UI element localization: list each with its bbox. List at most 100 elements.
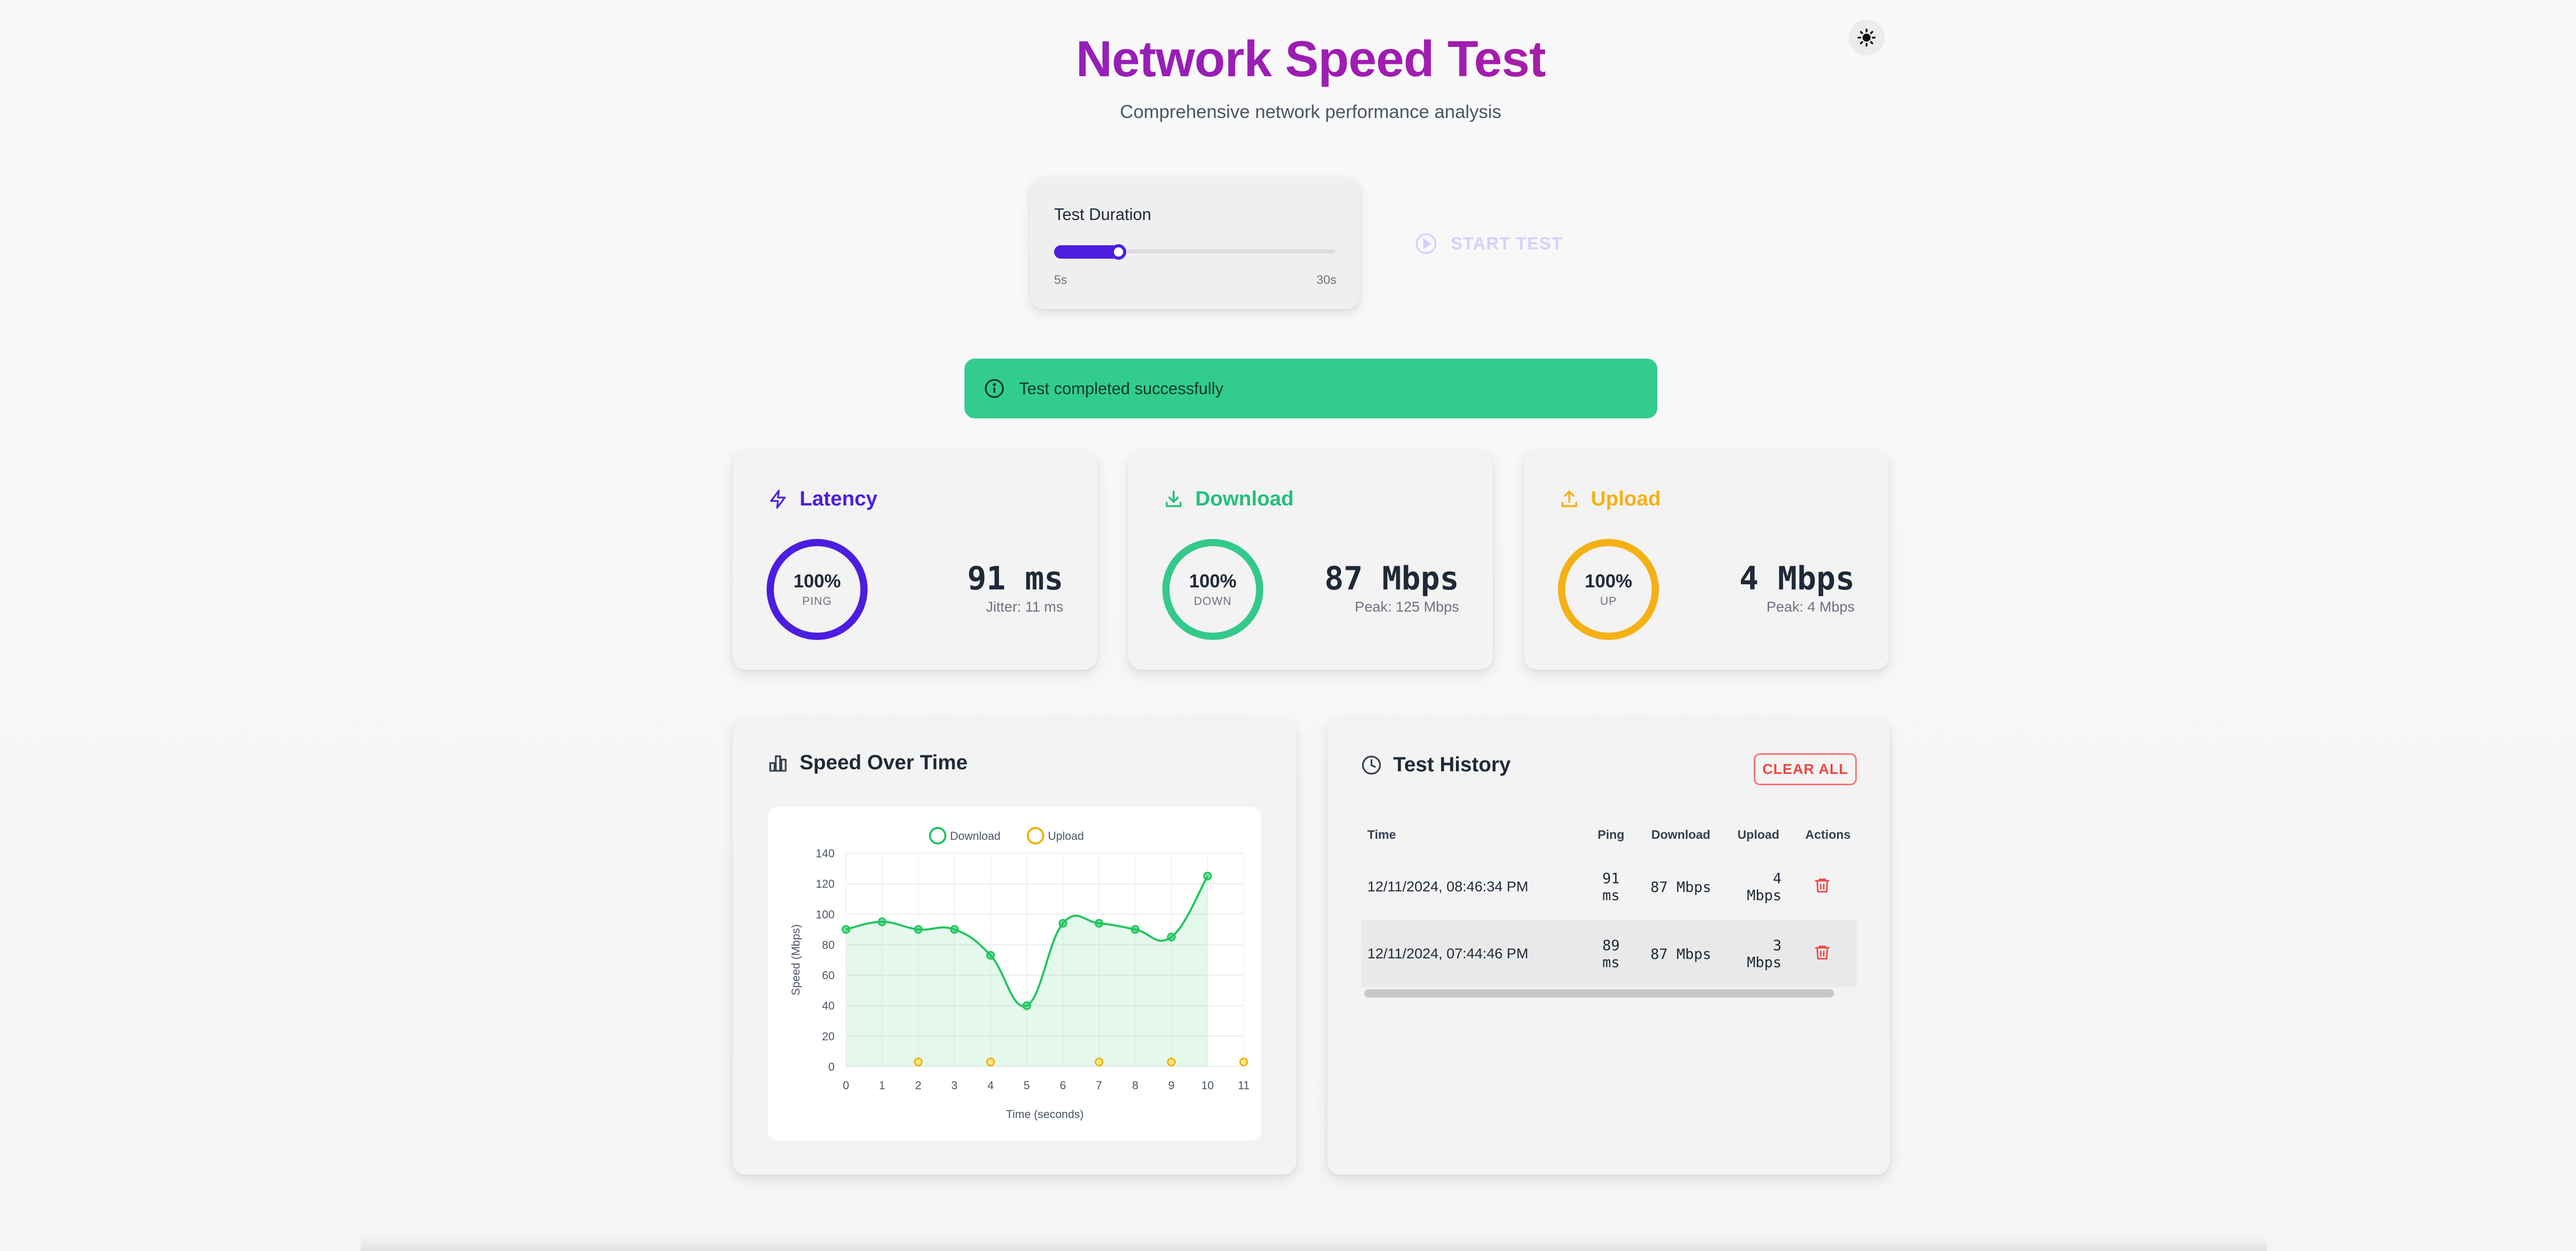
page-title: Network Speed Test	[0, 30, 2576, 88]
row-download: 87 Mbps	[1650, 878, 1711, 895]
legend-marker-upload	[1027, 827, 1044, 844]
legend-marker-download	[929, 827, 946, 844]
page-subtitle: Comprehensive network performance analys…	[1120, 101, 1502, 122]
duration-slider-fill	[1054, 245, 1121, 259]
jitter-value: Jitter: 11 ms	[986, 599, 1063, 615]
download-data-point	[1058, 919, 1067, 928]
x-tick-label: 3	[951, 1079, 957, 1092]
latency-header: Latency	[768, 487, 877, 511]
row-upload: 3 Mbps	[1729, 920, 1788, 987]
latency-gauge: 100% PING	[767, 539, 868, 640]
start-test-button[interactable]: START TEST	[1415, 231, 1563, 257]
latency-gauge-label: PING	[802, 594, 832, 607]
x-tick-label: 8	[1132, 1079, 1138, 1092]
download-data-point	[1094, 919, 1104, 928]
upload-gauge-label: UP	[1600, 594, 1617, 607]
duration-slider-handle[interactable]	[1111, 244, 1127, 260]
legend-label-upload: Upload	[1048, 830, 1084, 842]
row-actions	[1788, 853, 1857, 920]
speed-chart: 0 20 40 60 80 100 120 140 0 1 2 3 4 5 6 7 8 9 10 11 Time (se…	[789, 827, 1250, 1121]
latency-title: Latency	[800, 487, 878, 510]
upload-value: 4 Mbps	[1739, 560, 1855, 597]
delete-icon[interactable]	[1814, 943, 1831, 961]
download-data-point	[877, 917, 887, 926]
start-test-label: START TEST	[1451, 233, 1563, 253]
upload-gauge-percent: 100%	[1584, 570, 1633, 592]
history-table: Time Ping Download Upload Actions 12/11/…	[1361, 817, 1857, 987]
upload-data-point	[1239, 1057, 1248, 1067]
download-gauge-label: DOWN	[1194, 594, 1232, 607]
download-gauge-percent: 100%	[1189, 570, 1237, 592]
x-tick-label: 1	[879, 1079, 885, 1092]
test-duration-card: Test Duration 5s 30s	[1030, 177, 1360, 309]
upload-peak: Peak: 4 Mbps	[1766, 599, 1855, 615]
latency-card: Latency 100% PING 91 ms Jitter: 11 ms	[733, 451, 1097, 670]
column-header-upload: Upload	[1737, 828, 1780, 842]
x-tick-label: 0	[843, 1079, 849, 1092]
download-gauge: 100% DOWN	[1162, 539, 1263, 640]
download-title: Download	[1195, 487, 1294, 510]
upload-icon	[1561, 490, 1578, 507]
upload-title: Upload	[1591, 487, 1661, 510]
x-tick-label: 10	[1201, 1079, 1214, 1092]
row-download: 87 Mbps	[1632, 920, 1729, 987]
y-tick-label: 120	[816, 877, 835, 890]
x-axis-title: Time (seconds)	[1006, 1108, 1084, 1121]
upload-data-point	[913, 1057, 923, 1067]
test-duration-label: Test Duration	[1054, 205, 1151, 224]
status-alert-text: Test completed successfully	[1019, 379, 1224, 398]
speed-over-time-card: Speed Over Time 0 20 40 60 80 100 120 140 0 1 2 3 4 5…	[733, 719, 1296, 1175]
bolt-icon	[770, 489, 786, 509]
speed-chart-header: Speed Over Time	[768, 751, 968, 774]
download-data-point	[950, 925, 959, 934]
x-tick-label: 4	[988, 1079, 994, 1092]
speed-chart-title: Speed Over Time	[800, 751, 968, 774]
upload-header: Upload	[1559, 487, 1661, 511]
table-row: 12/11/2024, 07:44:46 PM 89 ms 87 Mbps 3 …	[1361, 920, 1857, 987]
duration-max-label: 30s	[1316, 273, 1336, 287]
download-icon	[1165, 490, 1182, 507]
history-header-row: Time Ping Download Upload Actions	[1361, 817, 1857, 853]
download-data-point	[986, 951, 995, 960]
legend-label-download: Download	[950, 830, 1001, 842]
y-tick-label: 60	[822, 969, 835, 982]
download-data-point	[841, 925, 851, 934]
download-header: Download	[1163, 487, 1294, 511]
row-time: 12/11/2024, 07:44:46 PM	[1361, 920, 1589, 987]
download-data-point	[1022, 1001, 1031, 1010]
y-tick-label: 40	[822, 1000, 835, 1012]
clear-all-button[interactable]: CLEAR ALL	[1754, 753, 1857, 785]
speed-chart-container: 0 20 40 60 80 100 120 140 0 1 2 3 4 5 6 7 8 9 10 11 Time (se…	[768, 807, 1261, 1141]
download-data-point	[1130, 925, 1140, 934]
delete-icon[interactable]	[1814, 876, 1831, 894]
table-row: 12/11/2024, 08:46:34 PM 91 ms 87 Mbps 4 …	[1361, 853, 1857, 920]
y-tick-label: 100	[816, 908, 835, 921]
download-data-point	[1203, 871, 1212, 881]
y-axis-title: Speed (Mbps)	[789, 924, 802, 995]
theme-toggle-button[interactable]	[1849, 20, 1885, 56]
status-alert: Test completed successfully	[964, 359, 1657, 418]
column-header-time: Time	[1367, 828, 1396, 842]
upload-data-point	[986, 1057, 995, 1067]
column-header-ping: Ping	[1597, 828, 1624, 842]
column-header-download: Download	[1651, 828, 1710, 842]
history-header: Test History	[1361, 753, 1511, 776]
upload-data-point	[1167, 1057, 1176, 1067]
x-tick-label: 9	[1168, 1079, 1175, 1092]
x-tick-label: 11	[1238, 1079, 1250, 1092]
duration-min-label: 5s	[1054, 273, 1067, 287]
row-ping: 91 ms	[1602, 870, 1620, 904]
column-header-actions: Actions	[1805, 828, 1851, 842]
test-history-card: Test History CLEAR ALL Time Ping Downloa…	[1327, 719, 1890, 1175]
download-value: 87 Mbps	[1324, 560, 1459, 597]
history-horizontal-scrollbar[interactable]	[1364, 989, 1834, 998]
latency-value: 91 ms	[967, 560, 1063, 597]
row-ping: 89 ms	[1589, 920, 1633, 987]
download-peak: Peak: 125 Mbps	[1354, 599, 1459, 615]
x-tick-label: 5	[1024, 1079, 1030, 1092]
x-tick-label: 6	[1060, 1079, 1066, 1092]
page-bottom-shadow	[361, 1236, 2267, 1251]
play-circle-icon	[1415, 233, 1437, 255]
bar-chart-icon	[769, 755, 787, 772]
download-card: Download 100% DOWN 87 Mbps Peak: 125 Mbp…	[1128, 451, 1493, 670]
